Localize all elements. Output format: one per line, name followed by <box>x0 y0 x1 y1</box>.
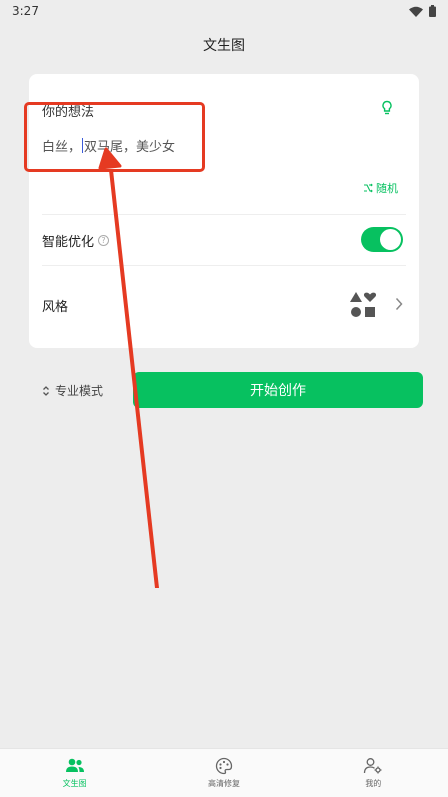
nav-label: 我的 <box>365 779 382 788</box>
smart-optimize-toggle[interactable] <box>361 227 403 252</box>
start-create-button[interactable]: 开始创作 <box>133 372 423 408</box>
divider <box>42 265 406 266</box>
toggle-knob <box>380 229 401 250</box>
shapes-icon[interactable] <box>349 291 377 319</box>
help-icon[interactable]: ? <box>98 235 110 246</box>
nav-item-text-to-image[interactable]: 文生图 <box>0 749 149 797</box>
random-button[interactable]: 随机 <box>363 180 398 196</box>
lightbulb-icon[interactable] <box>381 100 393 116</box>
page-title: 文生图 <box>203 38 245 54</box>
pro-mode-label: 专业模式 <box>55 384 104 398</box>
nav-label: 高清修复 <box>207 779 240 788</box>
wifi-icon <box>409 6 423 17</box>
chevron-right-icon[interactable] <box>395 297 403 311</box>
palette-icon <box>215 757 233 775</box>
nav-item-hd-repair[interactable]: 高清修复 <box>149 749 298 797</box>
bottom-nav: 文生图 高清修复 我的 <box>0 748 448 797</box>
nav-label: 文生图 <box>62 779 87 788</box>
battery-icon <box>429 5 436 17</box>
status-time: 3:27 <box>12 4 39 18</box>
people-icon <box>65 758 84 772</box>
shuffle-icon <box>364 183 373 193</box>
status-bar: 3:27 <box>0 0 448 22</box>
smart-optimize-label: 智能优化 <box>42 235 95 250</box>
smart-optimize-row: 智能优化 ? <box>42 231 110 250</box>
user-settings-icon <box>364 758 382 774</box>
pro-mode-button[interactable]: 专业模式 <box>42 382 103 399</box>
nav-item-mine[interactable]: 我的 <box>299 749 448 797</box>
annotation-highlight-box <box>24 102 205 172</box>
divider <box>42 214 406 215</box>
style-label: 风格 <box>42 300 69 315</box>
random-label: 随机 <box>376 182 398 195</box>
sort-icon <box>43 385 49 396</box>
